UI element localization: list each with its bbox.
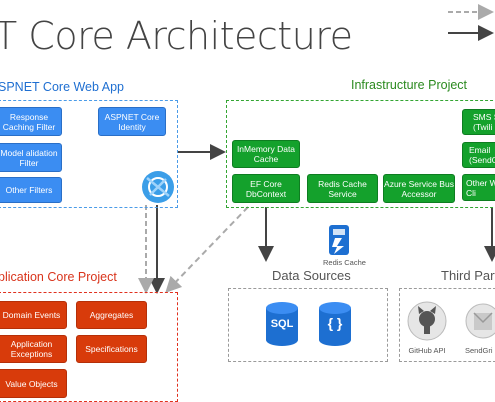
redis-cache-label: Redis Cache — [323, 258, 366, 267]
app-core-label: plication Core Project — [0, 270, 117, 284]
data-sources-label: Data Sources — [272, 268, 351, 283]
value-objects-box: Value Objects — [0, 369, 67, 398]
arrow-infra-to-core-dashed — [165, 206, 249, 293]
third-party-label: Third Party — [441, 268, 495, 283]
sms-service-box: SMS S (Twili — [462, 109, 495, 135]
web-app-label: SPNET Core Web App — [0, 80, 124, 94]
response-caching-filter-box: Response Caching Filter — [0, 107, 62, 136]
ef-core-dbcontext-box: EF Core DbContext — [232, 174, 300, 203]
other-web-client-box: Other W Cli — [462, 174, 495, 201]
infrastructure-label: Infrastructure Project — [351, 78, 468, 92]
page-title: T Core Architecture — [0, 14, 353, 58]
aspnet-core-identity-box: ASPNET Core Identity — [98, 107, 166, 136]
other-filters-box: Other Filters — [0, 177, 62, 203]
inmemory-data-cache-box: InMemory Data Cache — [232, 140, 300, 168]
model-validation-filter-box: Model alidation Filter — [0, 143, 62, 172]
github-api-label: GitHub API — [408, 346, 446, 355]
application-exceptions-box: Application Exceptions — [0, 335, 67, 363]
document-db-label: { } — [327, 315, 343, 331]
redis-cache-service-box: Redis Cache Service — [307, 174, 378, 203]
data-sources-frame — [228, 288, 388, 362]
aggregates-box: Aggregates — [76, 301, 147, 329]
azure-service-bus-accessor-box: Azure Service Bus Accessor — [383, 174, 455, 203]
sendgrid-label: SendGri — [465, 346, 493, 355]
email-service-box: Email (SendG — [462, 142, 495, 168]
sql-label: SQL — [270, 318, 294, 330]
specifications-box: Specifications — [76, 335, 147, 363]
domain-events-box: Domain Events — [0, 301, 67, 329]
